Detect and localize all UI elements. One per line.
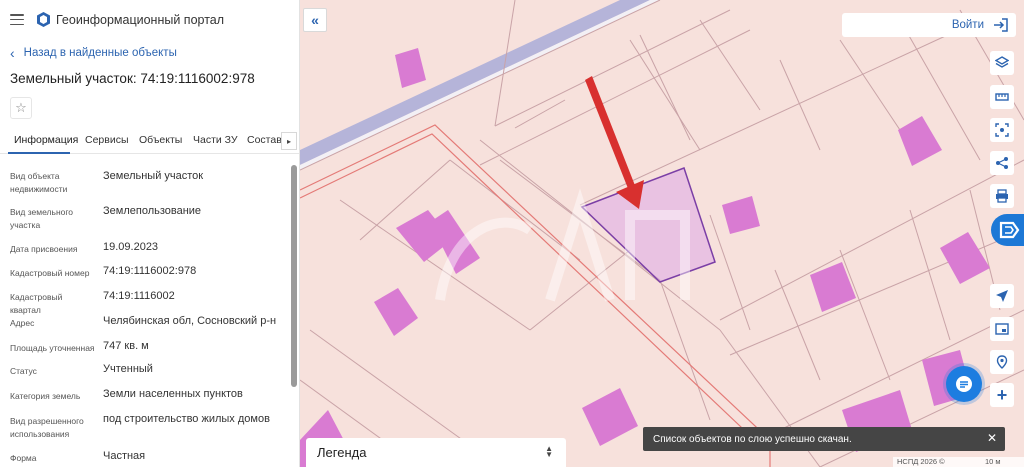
minimap-button[interactable] bbox=[990, 317, 1014, 341]
chat-button[interactable] bbox=[946, 366, 982, 402]
attribute-label: Категория земель bbox=[10, 391, 81, 401]
map-layer bbox=[300, 0, 1024, 467]
legend-label: Легенда bbox=[317, 445, 367, 460]
ruler-icon bbox=[995, 93, 1009, 101]
attribute-value: 74:19:1116002:978 bbox=[103, 265, 197, 277]
back-to-results-link[interactable]: ‹ Назад в найденные объекты bbox=[10, 45, 177, 61]
attribute-value: Землепользование bbox=[103, 205, 202, 217]
minimap-icon bbox=[995, 323, 1009, 335]
attribute-value: Учтенный bbox=[103, 363, 153, 375]
assistant-logo-icon[interactable] bbox=[991, 214, 1024, 246]
scale-bar: НСПД 2026 © 10 м bbox=[893, 457, 1024, 467]
legend-dropdown[interactable]: Легенда ▲ ▼ bbox=[306, 438, 566, 467]
copyright-label: НСПД 2026 © bbox=[897, 457, 945, 466]
favorite-star-icon[interactable]: ☆ bbox=[10, 97, 32, 119]
page-title: Земельный участок: 74:19:1116002:978 bbox=[10, 71, 255, 86]
attribute-label: Статус bbox=[10, 366, 37, 376]
portal-title: Геоинформационный портал bbox=[56, 13, 225, 27]
scale-value: 10 м bbox=[985, 457, 1001, 466]
select-area-icon bbox=[995, 123, 1009, 137]
attribute-value: 74:19:1116002 bbox=[103, 290, 175, 302]
navigation-arrow-icon bbox=[996, 290, 1008, 302]
select-area-button[interactable] bbox=[990, 118, 1014, 142]
print-button[interactable] bbox=[990, 184, 1014, 208]
login-button[interactable]: Войти bbox=[842, 13, 1016, 37]
share-icon bbox=[996, 157, 1008, 169]
tab-info[interactable]: Информация bbox=[14, 134, 78, 146]
panel-scrollbar[interactable] bbox=[291, 165, 297, 387]
attribute-label: Вид земельного участка bbox=[10, 207, 74, 230]
attribute-label: Адрес bbox=[10, 318, 35, 328]
info-panel: Геоинформационный портал ‹ Назад в найде… bbox=[0, 0, 300, 467]
navigate-button[interactable] bbox=[990, 284, 1014, 308]
panel-header: Геоинформационный портал bbox=[0, 0, 299, 40]
chat-icon bbox=[956, 376, 972, 392]
attribute-label: Кадастровый номер bbox=[10, 268, 90, 278]
active-tab-indicator bbox=[8, 152, 70, 154]
print-icon bbox=[996, 189, 1008, 203]
tab-services[interactable]: Сервисы bbox=[85, 134, 129, 146]
tab-objects[interactable]: Объекты bbox=[139, 134, 182, 146]
attribute-label: Площадь уточненная bbox=[10, 343, 95, 353]
toast-notification: Список объектов по слою успешно скачан. … bbox=[643, 427, 1005, 451]
attribute-value: Земельный участок bbox=[103, 170, 204, 182]
tab-composition[interactable]: Состав bbox=[247, 134, 282, 146]
chevron-left-icon: ‹ bbox=[10, 45, 15, 61]
geolocation-button[interactable] bbox=[990, 350, 1014, 374]
attribute-value: 747 кв. м bbox=[103, 340, 149, 352]
attribute-value: Челябинская обл, Сосновский р-н bbox=[103, 315, 277, 327]
login-icon bbox=[994, 18, 1008, 32]
menu-icon[interactable] bbox=[10, 14, 24, 26]
share-button[interactable] bbox=[990, 151, 1014, 175]
attribute-label: Форма собственности bbox=[10, 453, 68, 467]
toast-message: Список объектов по слою успешно скачан. bbox=[653, 433, 852, 445]
zoom-in-button[interactable]: + bbox=[990, 383, 1014, 407]
attribute-label: Дата присвоения bbox=[10, 244, 78, 254]
tabs-scroll-right-icon[interactable]: ▸ bbox=[281, 132, 297, 150]
tab-parcel-parts[interactable]: Части ЗУ bbox=[193, 134, 238, 146]
attribute-label: Вид объекта недвижимости bbox=[10, 171, 68, 194]
location-pin-icon bbox=[996, 355, 1008, 369]
attribute-value: Земли населенных пунктов bbox=[103, 388, 243, 400]
attribute-label: Кадастровый квартал bbox=[10, 292, 63, 315]
expand-arrows-icon: ▲ ▼ bbox=[545, 444, 553, 459]
measure-button[interactable] bbox=[990, 85, 1014, 109]
portal-logo-icon bbox=[37, 12, 50, 27]
map-canvas[interactable] bbox=[300, 0, 1024, 467]
back-link-label: Назад в найденные объекты bbox=[23, 47, 177, 59]
attribute-label: Вид разрешенного использования bbox=[10, 416, 84, 439]
login-button-label: Войти bbox=[951, 19, 984, 31]
collapse-panel-button[interactable]: « bbox=[303, 8, 327, 32]
close-icon[interactable]: ✕ bbox=[987, 431, 997, 445]
attribute-value: 19.09.2023 bbox=[103, 241, 159, 253]
tab-bar: Информация Сервисы Объекты Части ЗУ Сост… bbox=[0, 128, 299, 154]
attribute-value: Частная bbox=[103, 450, 146, 462]
layers-button[interactable] bbox=[990, 51, 1014, 75]
layers-icon bbox=[995, 56, 1009, 68]
attribute-value: под строительство жилых домов bbox=[103, 413, 270, 425]
